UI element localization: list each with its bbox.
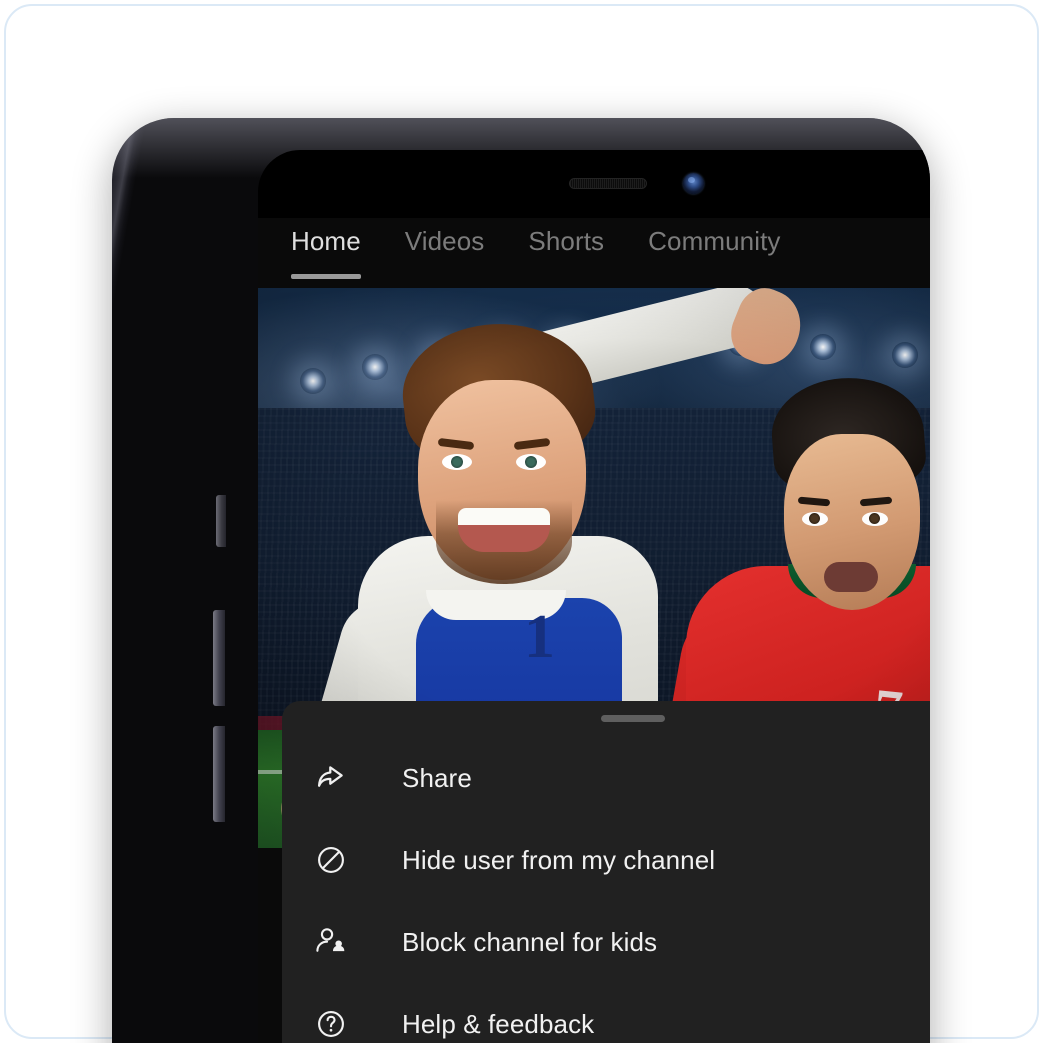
phone-screen: 1 7 — [258, 150, 930, 1043]
help-circle-icon — [308, 1001, 354, 1043]
menu-item-share[interactable]: Share — [282, 737, 930, 819]
silent-switch[interactable] — [216, 495, 226, 547]
menu-item-help-feedback[interactable]: Help & feedback — [282, 983, 930, 1043]
menu-item-hide-user-label: Hide user from my channel — [402, 844, 716, 875]
menu-item-hide-user[interactable]: Hide user from my channel — [282, 819, 930, 901]
person-add-icon — [308, 919, 354, 965]
menu-item-block-for-kids-label: Block channel for kids — [402, 926, 658, 957]
volume-down-button[interactable] — [213, 726, 225, 822]
share-icon — [308, 755, 354, 801]
phone-device-frame: 1 7 — [112, 118, 930, 1043]
block-circle-slash-icon — [308, 837, 354, 883]
menu-item-help-feedback-label: Help & feedback — [402, 1008, 595, 1039]
menu-item-block-for-kids[interactable]: Block channel for kids — [282, 901, 930, 983]
menu-list: Share Hide user from my channel Block ch… — [282, 737, 930, 1043]
options-bottom-sheet: Share Hide user from my channel Block ch… — [282, 701, 930, 1043]
page-root: 1 7 — [0, 0, 1043, 1043]
menu-item-share-label: Share — [402, 762, 472, 793]
drag-handle[interactable] — [601, 715, 665, 722]
volume-up-button[interactable] — [213, 610, 225, 706]
